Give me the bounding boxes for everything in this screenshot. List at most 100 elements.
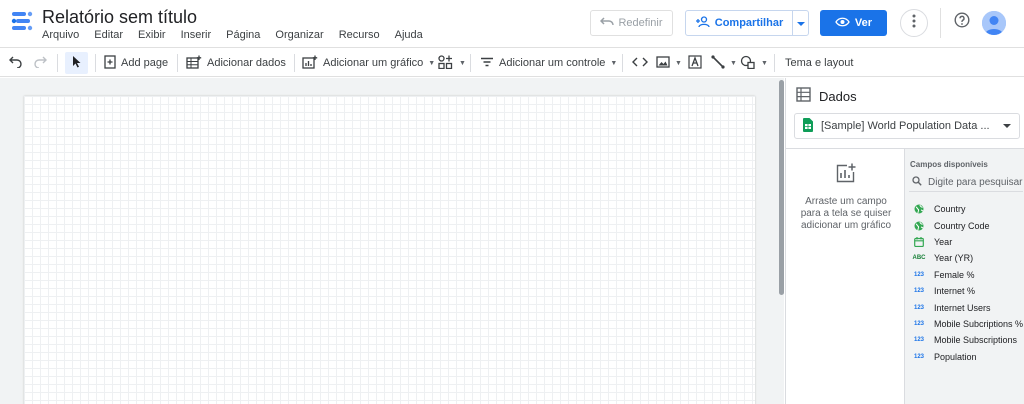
- number-type-icon: 123: [913, 337, 924, 344]
- community-viz-button[interactable]: ▼: [438, 52, 466, 74]
- toolbar-divider: [57, 54, 58, 72]
- menu-editar[interactable]: Editar: [94, 29, 123, 41]
- data-studio-logo-icon[interactable]: [10, 10, 34, 32]
- redo-button[interactable]: [33, 52, 47, 74]
- add-page-icon: [104, 54, 116, 72]
- calendar-icon: [913, 236, 925, 247]
- available-fields-panel: Campos disponíveis Digite para pesquisar…: [904, 149, 1024, 404]
- field-item-year-yr[interactable]: ABC Year (YR): [913, 250, 1023, 266]
- menu-arquivo[interactable]: Arquivo: [42, 29, 79, 41]
- text-type-icon: ABC: [912, 255, 926, 262]
- number-type-icon: 123: [913, 288, 924, 295]
- theme-layout-label: Tema e layout: [785, 57, 854, 69]
- menu-recurso[interactable]: Recurso: [339, 29, 380, 41]
- report-page-canvas[interactable]: [24, 96, 755, 404]
- field-name: Female %: [934, 269, 975, 280]
- data-source-select[interactable]: [Sample] World Population Data ...: [794, 113, 1020, 139]
- add-data-icon: [186, 55, 202, 72]
- add-control-label: Adicionar um controle: [499, 57, 606, 69]
- header-divider: [940, 8, 941, 38]
- report-canvas-area: [0, 78, 784, 404]
- field-name: Country: [934, 204, 966, 215]
- chart-dropzone[interactable]: Arraste um campo para a tela se quiser a…: [786, 149, 904, 404]
- share-button[interactable]: Compartilhar: [685, 10, 793, 36]
- menu-ajuda[interactable]: Ajuda: [395, 29, 423, 41]
- eye-icon: [835, 17, 850, 30]
- redo-icon: [33, 56, 47, 71]
- undo-button[interactable]: [9, 52, 23, 74]
- share-dropdown-button[interactable]: [792, 10, 809, 36]
- add-control-button[interactable]: Adicionar um controle ▼: [480, 52, 617, 74]
- account-avatar[interactable]: [982, 11, 1006, 35]
- shapes-grid-icon: [438, 54, 454, 72]
- line-icon: [711, 54, 725, 72]
- field-item-country[interactable]: Country: [913, 201, 1023, 217]
- canvas-scrollbar-thumb[interactable]: [779, 80, 784, 295]
- share-button-label: Compartilhar: [714, 17, 784, 29]
- table-icon: [796, 87, 811, 105]
- globe-icon: [913, 204, 925, 214]
- caret-down-icon: ▼: [675, 59, 682, 67]
- caret-down-icon: ▼: [459, 59, 466, 67]
- add-chart-icon: [836, 163, 856, 188]
- number-type-icon: 123: [913, 320, 924, 327]
- add-page-label: Add page: [121, 57, 169, 69]
- more-options-button[interactable]: [900, 9, 928, 37]
- toolbar-divider: [774, 54, 775, 72]
- field-item-population[interactable]: 123 Population: [913, 349, 1023, 365]
- field-name: Year: [934, 236, 953, 247]
- number-type-icon: 123: [913, 353, 924, 360]
- help-icon: [954, 11, 970, 33]
- image-icon: [656, 55, 670, 71]
- shape-button[interactable]: ▼: [740, 52, 768, 74]
- menu-inserir[interactable]: Inserir: [181, 29, 212, 41]
- caret-down-icon: [1003, 120, 1011, 132]
- select-tool-button[interactable]: [65, 52, 88, 74]
- menu-pagina[interactable]: Página: [226, 29, 260, 41]
- text-box-icon: [688, 54, 702, 72]
- menu-exibir[interactable]: Exibir: [138, 29, 166, 41]
- field-item-internet-users[interactable]: 123 Internet Users: [913, 299, 1023, 315]
- report-title[interactable]: Relatório sem título: [42, 7, 197, 28]
- add-chart-label: Adicionar um gráfico: [323, 57, 424, 69]
- dropzone-hint: Arraste um campo para a tela se quiser a…: [800, 196, 892, 231]
- field-item-year[interactable]: Year: [913, 234, 1023, 250]
- add-page-button[interactable]: Add page: [104, 52, 168, 74]
- data-panel-header: Dados: [796, 87, 857, 105]
- globe-icon: [913, 221, 925, 231]
- field-name: Mobile Subcriptions %: [934, 318, 1024, 329]
- text-button[interactable]: [688, 52, 702, 74]
- field-item-female-pct[interactable]: 123 Female %: [913, 267, 1023, 283]
- add-chart-button[interactable]: Adicionar um gráfico ▼: [302, 52, 435, 74]
- field-search-input[interactable]: Digite para pesquisar: [909, 174, 1023, 192]
- embed-url-button[interactable]: [632, 52, 648, 74]
- undo-arrow-icon: [600, 16, 615, 30]
- toolbar-divider: [294, 54, 295, 72]
- add-data-button[interactable]: Adicionar dados: [186, 52, 286, 74]
- field-item-mobile-subscriptions[interactable]: 123 Mobile Subscriptions: [913, 332, 1023, 348]
- menu-organizar[interactable]: Organizar: [275, 29, 323, 41]
- field-item-country-code[interactable]: Country Code: [913, 217, 1023, 233]
- toolbar-divider: [95, 54, 96, 72]
- add-data-label: Adicionar dados: [207, 57, 286, 69]
- caret-down-icon: ▼: [761, 59, 768, 67]
- field-item-mobile-subcriptions-pct[interactable]: 123 Mobile Subcriptions %: [913, 316, 1023, 332]
- theme-layout-button[interactable]: Tema e layout: [785, 52, 853, 74]
- view-button-label: Ver: [854, 17, 873, 29]
- field-item-internet-pct[interactable]: 123 Internet %: [913, 283, 1023, 299]
- undo-icon: [9, 56, 23, 71]
- data-panel: Dados [Sample] World Population Data ...…: [785, 78, 1024, 404]
- reset-button[interactable]: Redefinir: [590, 10, 673, 36]
- image-button[interactable]: ▼: [656, 52, 682, 74]
- view-button[interactable]: Ver: [820, 10, 887, 36]
- data-source-name: [Sample] World Population Data ...: [821, 120, 990, 132]
- toolbar-divider: [622, 54, 623, 72]
- field-name: Internet Users: [934, 302, 991, 313]
- line-button[interactable]: ▼: [711, 52, 737, 74]
- shapes-icon: [740, 55, 756, 72]
- search-icon: [912, 176, 922, 189]
- help-button[interactable]: [952, 11, 972, 33]
- reset-button-label: Redefinir: [618, 17, 663, 29]
- field-name: Mobile Subscriptions: [934, 335, 1018, 346]
- cursor-arrow-icon: [72, 55, 82, 71]
